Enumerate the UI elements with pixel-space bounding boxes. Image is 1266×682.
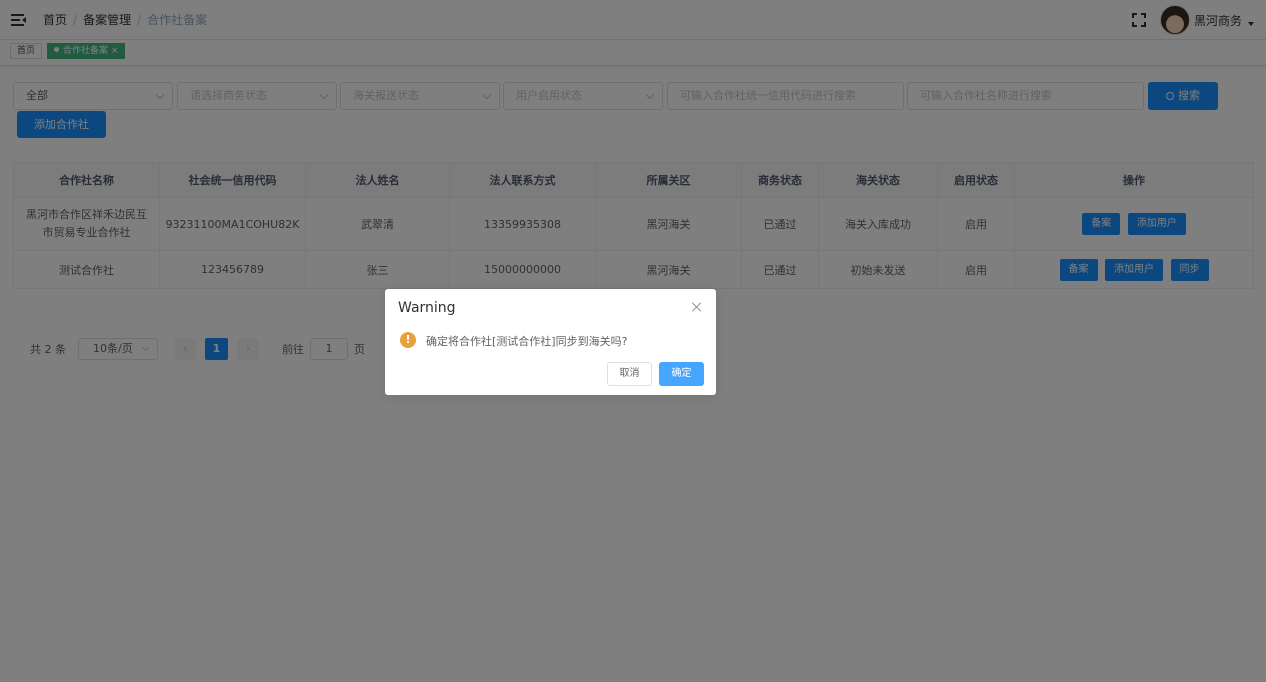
warning-icon: !: [400, 332, 416, 348]
confirm-button[interactable]: 确定: [659, 362, 704, 386]
warning-dialog: Warning ! 确定将合作社[测试合作社]同步到海关吗? 取消 确定: [385, 289, 716, 395]
dialog-title: Warning: [398, 300, 456, 316]
close-icon[interactable]: [692, 302, 702, 312]
cancel-button[interactable]: 取消: [607, 362, 652, 386]
dialog-message: 确定将合作社[测试合作社]同步到海关吗?: [426, 335, 628, 348]
